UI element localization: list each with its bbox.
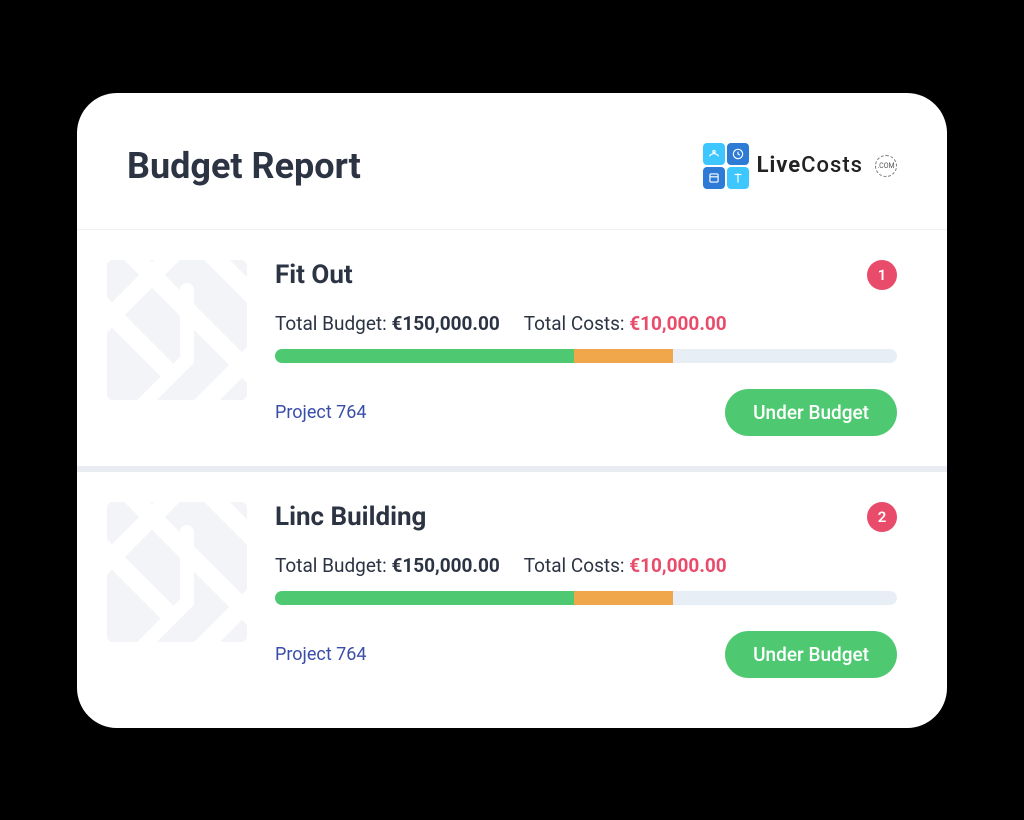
total-costs-value: €10,000.00 — [629, 312, 726, 335]
project-row: Fit Out 1 Total Budget: €150,000.00 Tota… — [77, 230, 947, 472]
map-thumbnail — [107, 502, 247, 642]
progress-green-segment — [275, 591, 574, 605]
project-name: Linc Building — [275, 502, 426, 532]
progress-green-segment — [275, 349, 574, 363]
total-budget-label: Total Budget: — [275, 312, 391, 335]
logo-grid-icon — [703, 143, 749, 189]
progress-bar — [275, 349, 897, 363]
project-link[interactable]: Project 764 — [275, 402, 367, 423]
project-link[interactable]: Project 764 — [275, 644, 367, 665]
report-card: Budget Report LiveCosts .COM Fit Out 1 — [77, 93, 947, 728]
progress-orange-segment — [574, 591, 674, 605]
brand-logo: LiveCosts .COM — [703, 143, 897, 189]
progress-orange-segment — [574, 349, 674, 363]
total-costs-value: €10,000.00 — [629, 554, 726, 577]
alert-badge: 2 — [867, 502, 897, 532]
alert-badge: 1 — [867, 260, 897, 290]
status-badge: Under Budget — [725, 631, 897, 678]
map-thumbnail — [107, 260, 247, 400]
total-budget-value: €150,000.00 — [391, 312, 499, 335]
logo-com-badge: .COM — [875, 155, 897, 177]
project-row: Linc Building 2 Total Budget: €150,000.0… — [77, 472, 947, 728]
status-badge: Under Budget — [725, 389, 897, 436]
total-costs-label: Total Costs: — [524, 554, 629, 577]
progress-bar — [275, 591, 897, 605]
logo-text: LiveCosts — [757, 153, 863, 178]
project-name: Fit Out — [275, 260, 353, 290]
report-header: Budget Report LiveCosts .COM — [77, 93, 947, 230]
page-title: Budget Report — [127, 145, 361, 187]
total-budget-label: Total Budget: — [275, 554, 391, 577]
total-costs-label: Total Costs: — [524, 312, 629, 335]
total-budget-value: €150,000.00 — [391, 554, 499, 577]
